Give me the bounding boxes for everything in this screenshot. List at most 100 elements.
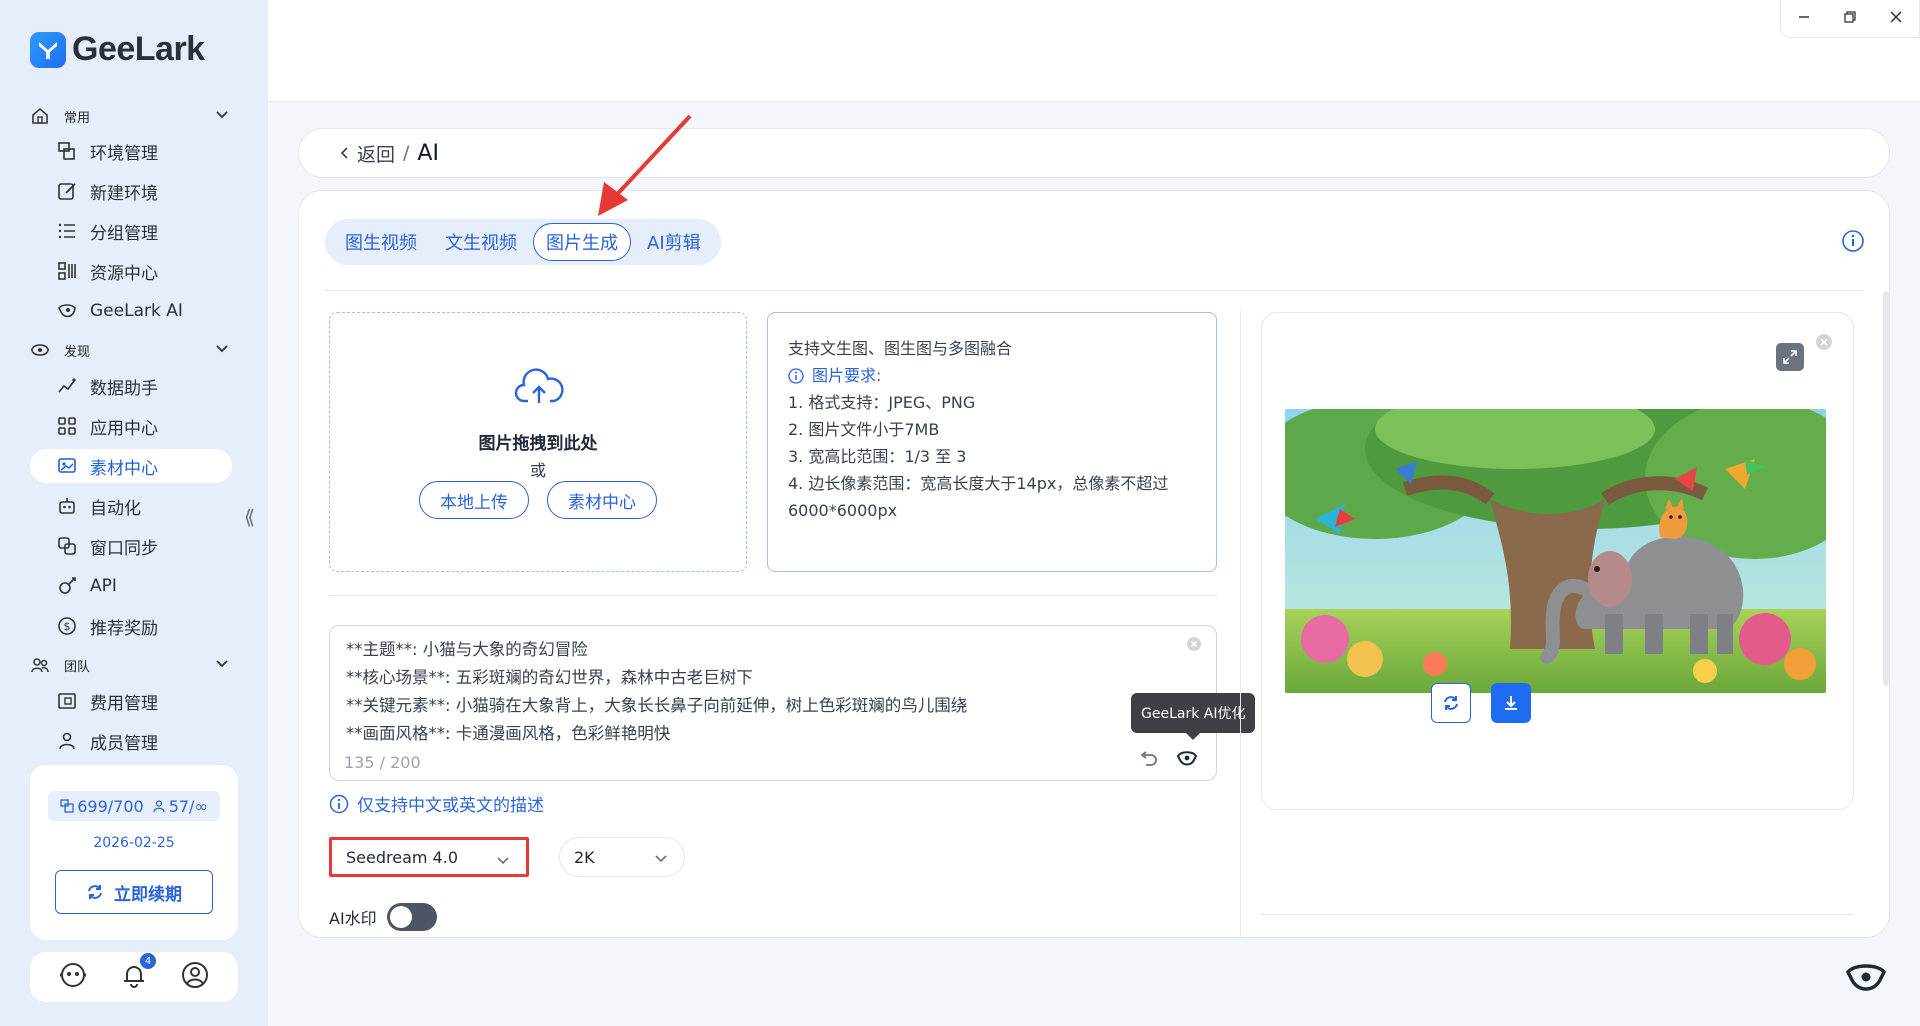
section-label: 常用 [64,110,91,126]
upload-dropzone[interactable]: 图片拖拽到此处 或 本地上传 素材中心 [329,312,747,572]
model-select[interactable]: Seedream 4.0 [329,837,529,877]
local-upload-button[interactable]: 本地上传 [419,481,529,519]
notification-bell[interactable]: 4 [120,953,156,993]
watermark-row: AI水印 [329,903,437,931]
sidebar-item-groups[interactable]: 分组管理 [30,214,232,248]
regenerate-button[interactable] [1431,683,1471,723]
chevron-down-icon[interactable] [214,340,230,356]
sidebar-item-label: 应用中心 [90,418,158,439]
section-team[interactable]: 团队 [30,653,230,677]
tab-text-to-video[interactable]: 文生视频 [433,223,529,261]
user-avatar-icon[interactable] [180,960,210,994]
team-icon [31,658,49,673]
upload-title: 图片拖拽到此处 [478,434,598,454]
ai-optimize-icon[interactable] [1176,748,1198,772]
image-preview [1261,312,1854,810]
back-label: 返回 [357,143,396,166]
sidebar-item-geelark-ai[interactable]: GeeLark AI [30,294,232,328]
chevron-down-icon[interactable] [214,106,230,122]
prompt-line: **画面风格**: 卡通漫画风格，色彩鲜艳明快 [346,724,671,743]
watermark-toggle[interactable] [386,903,437,931]
member-count-icon [153,800,165,813]
sidebar-item-label: 自动化 [90,498,141,519]
sidebar-item-api[interactable]: API [30,569,232,603]
app-name: GeeLark [72,30,205,68]
info-icon[interactable] [1841,229,1865,257]
tab-image-generation[interactable]: 图片生成 [533,223,631,261]
window-controls [1780,0,1920,38]
language-hint: 仅支持中文或英文的描述 [329,791,544,816]
sidebar-item-new-environment[interactable]: 新建环境 [30,174,232,208]
sidebar-item-billing[interactable]: 费用管理 [30,684,232,718]
resolution-select[interactable]: 2K [559,837,685,877]
requirements-heading: 图片要求: [788,362,1196,389]
chevron-down-icon[interactable] [214,655,230,671]
sidebar-item-material-center[interactable]: 素材中心 [30,449,232,483]
requirement-item: 2. 图片文件小于7MB [788,420,940,439]
sidebar-item-app-center[interactable]: 应用中心 [30,409,232,443]
app-logo[interactable]: GeeLark [30,30,205,69]
download-button[interactable] [1491,683,1531,723]
sidebar-item-label: 环境管理 [90,143,158,164]
sidebar-item-label: GeeLark AI [90,301,183,321]
list-icon [58,223,75,239]
divider [329,595,1217,596]
undo-icon[interactable] [1138,750,1158,770]
sidebar-item-referral[interactable]: $ 推荐奖励 [30,609,232,643]
notification-badge: 4 [140,953,156,969]
section-discover[interactable]: 发现 [30,338,230,362]
tab-image-to-video[interactable]: 图生视频 [333,223,429,261]
sidebar-item-data-assistant[interactable]: 数据助手 [30,369,232,403]
expand-icon[interactable] [1776,343,1804,371]
sidebar-item-resource-center[interactable]: 资源中心 [30,254,232,288]
restore-icon[interactable] [1843,9,1857,28]
prompt-textarea[interactable]: **主题**: 小猫与大象的奇幻冒险 **核心场景**: 五彩斑斓的奇幻世界，森… [329,625,1217,781]
tab-ai-editing[interactable]: AI剪辑 [635,223,713,261]
renew-button[interactable]: 立即续期 [55,870,213,914]
divider [1261,914,1854,915]
api-icon [59,577,76,594]
svg-text:$: $ [64,620,71,633]
sidebar-item-environment[interactable]: 环境管理 [30,134,232,168]
resolution-select-value: 2K [574,847,595,867]
material-center-button[interactable]: 素材中心 [547,481,657,519]
sidebar-item-members[interactable]: 成员管理 [30,724,232,758]
data-icon [58,378,76,393]
renew-label: 立即续期 [114,884,182,905]
requirement-item: 3. 宽高比范围：1/3 至 3 [788,447,967,466]
feature-tabs: 图生视频 文生视频 图片生成 AI剪辑 [325,219,721,265]
requirement-item: 1. 格式支持：JPEG、PNG [788,393,976,412]
geelark-ai-assistant-icon[interactable] [1844,960,1888,1000]
plan-expiry-date: 2026-02-25 [93,835,175,851]
support-icon[interactable] [58,960,88,994]
back-link[interactable]: 返回 [339,140,395,167]
download-icon [1505,696,1517,710]
close-icon[interactable] [1815,333,1833,355]
annotation-arrow-icon [598,114,692,216]
main-panel: 图生视频 文生视频 图片生成 AI剪辑 图片拖拽到此处 或 本地上传 素材中心 … [298,190,1890,938]
eye-icon [31,344,49,356]
section-label: 团队 [64,659,91,675]
generated-image[interactable] [1285,409,1826,693]
ai-optimize-tooltip: GeeLark AI优化 [1131,693,1256,740]
member-usage: 57/∞ [168,796,208,816]
sidebar-item-automation[interactable]: 自动化 [30,489,232,523]
cloud-upload-icon [514,368,564,403]
billing-icon [58,693,76,709]
sidebar-item-label: 成员管理 [90,733,158,754]
minimize-icon[interactable] [1797,9,1811,28]
breadcrumb: 返回 / AI [298,128,1890,178]
apps-icon [58,417,76,435]
close-window-icon[interactable] [1889,9,1903,28]
material-icon [58,458,76,473]
sidebar-item-window-sync[interactable]: 窗口同步 [30,529,232,563]
upload-or: 或 [529,461,546,480]
collapse-sidebar-icon[interactable]: ⟪ [244,505,255,529]
clear-icon[interactable] [1186,636,1202,656]
scrollbar[interactable] [1883,291,1889,686]
sidebar-item-label: 数据助手 [90,378,158,399]
chevron-down-icon [655,855,667,863]
sidebar-item-label: 新建环境 [90,183,158,204]
section-common[interactable]: 常用 [30,104,230,128]
requirement-item: 4. 边长像素范围：宽高长度大于14px，总像素不超过 [788,474,1169,493]
